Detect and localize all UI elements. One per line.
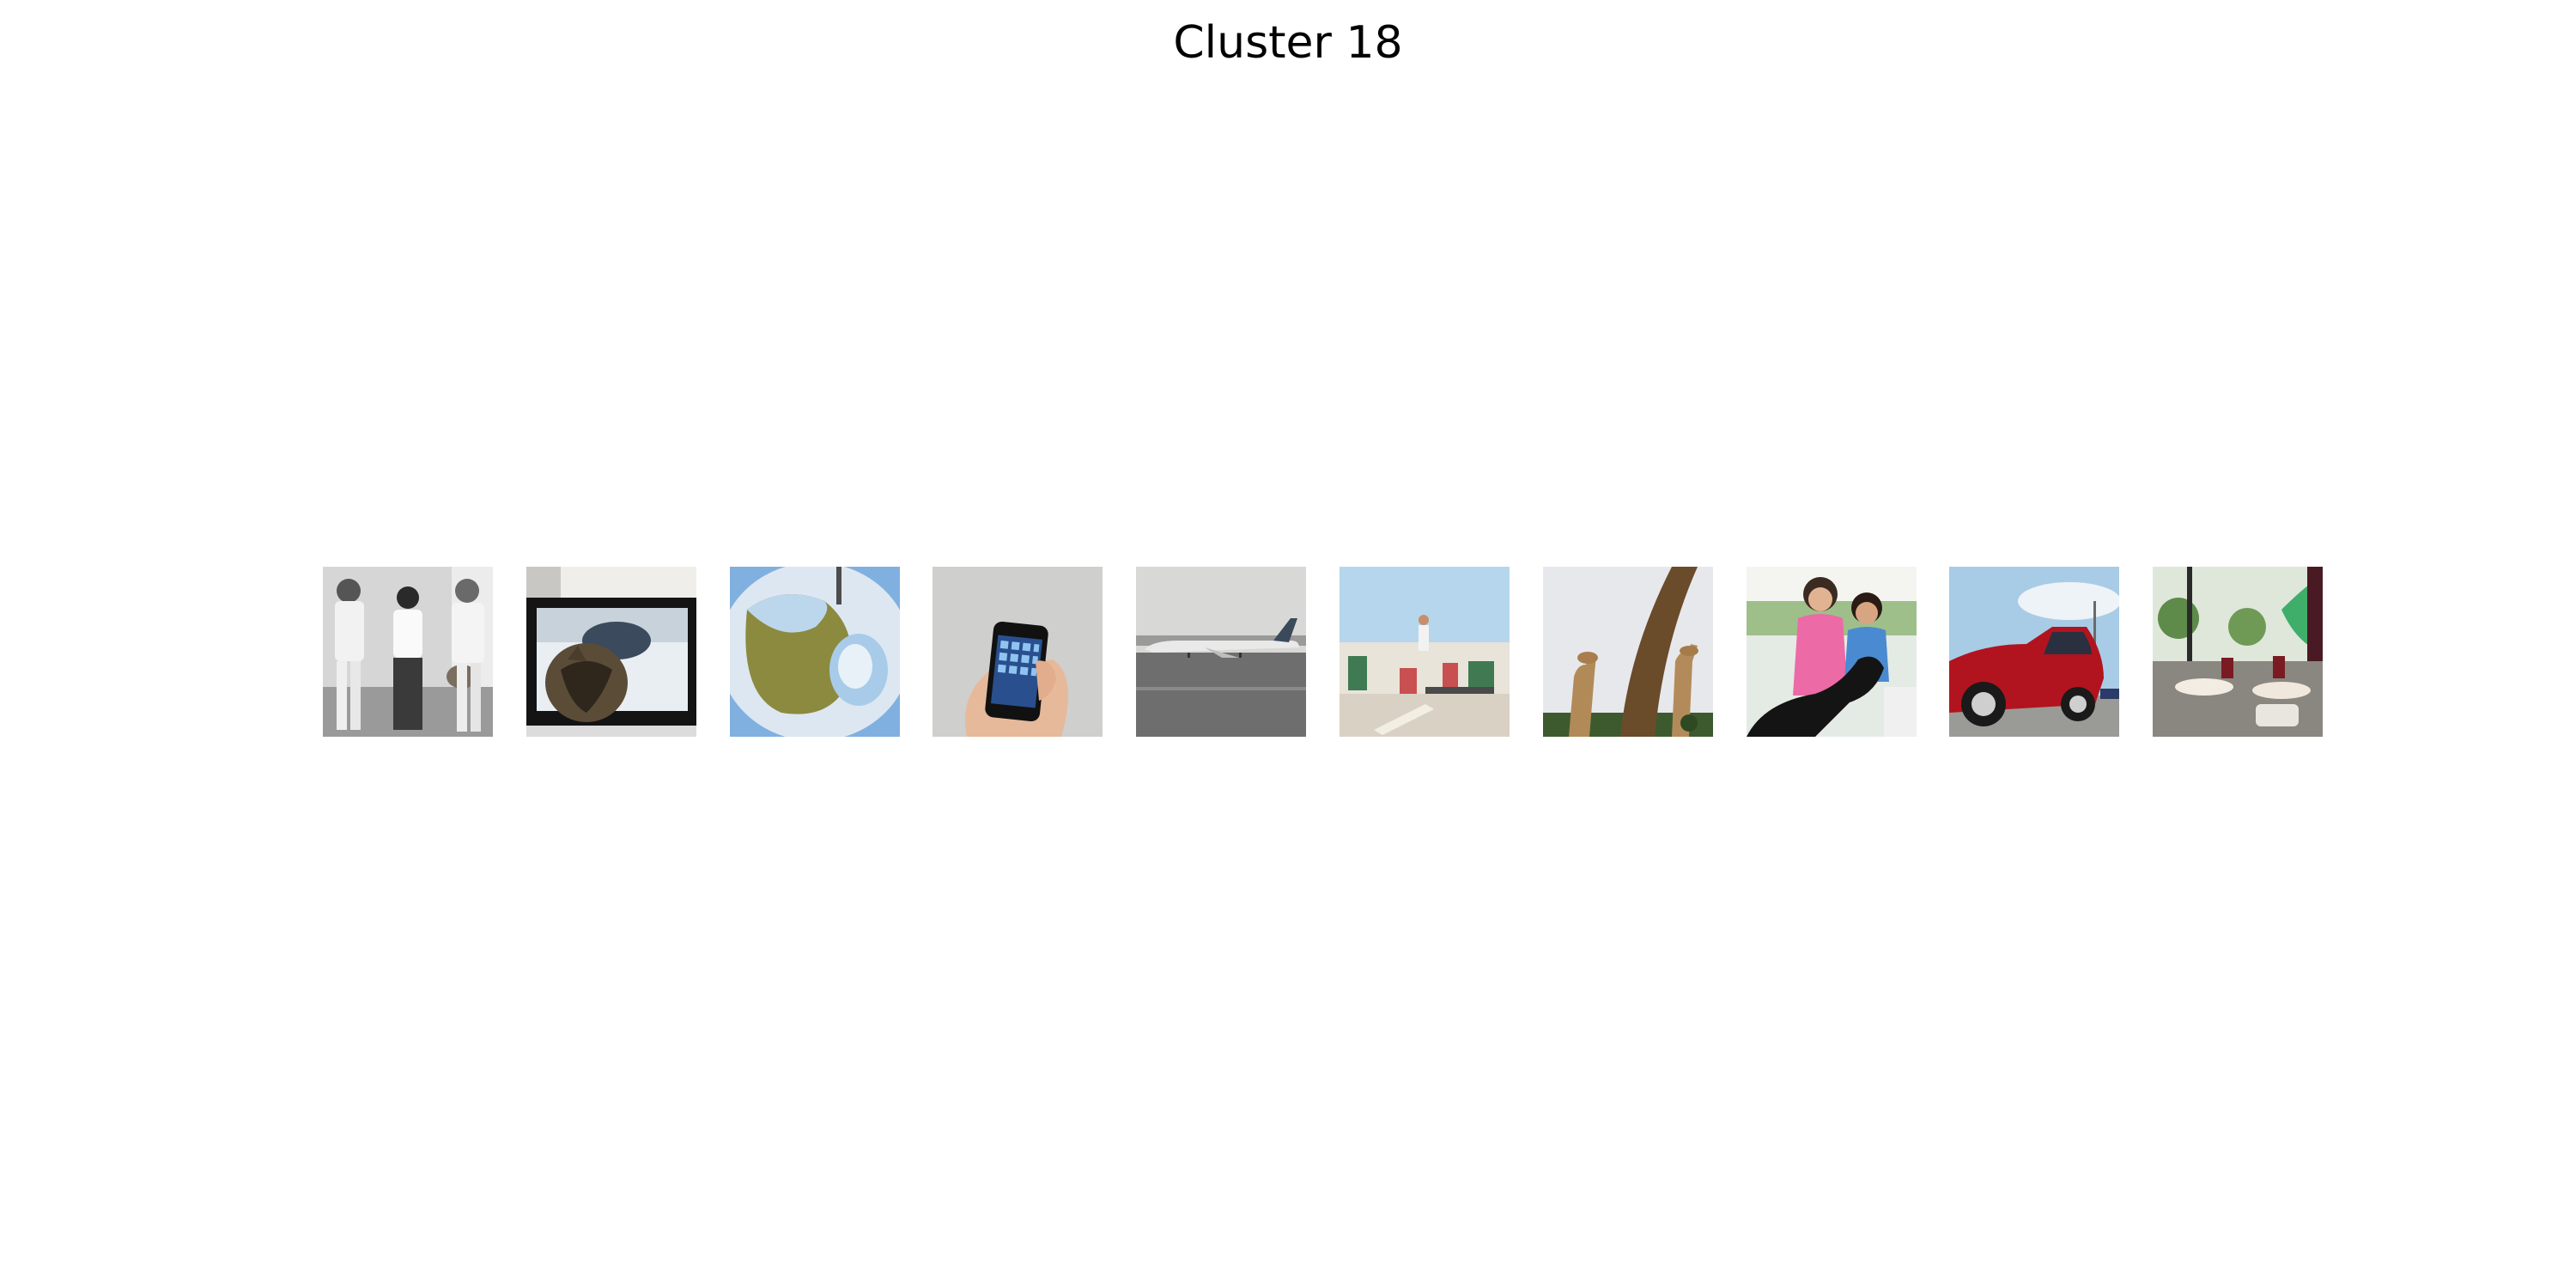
photo-dining-table (2153, 567, 2323, 737)
photo-red-truck (1949, 567, 2119, 737)
cluster-title: Cluster 18 (1173, 17, 1403, 69)
photo-baseball-players (323, 567, 493, 737)
photo-phone-hand (933, 567, 1103, 737)
thumbnail-strip (0, 567, 2576, 738)
photo-cat-tv (526, 567, 696, 737)
figure-canvas: Cluster 18 (0, 0, 2576, 1288)
photo-cake-plate (730, 567, 900, 737)
photo-airplane-runway (1136, 567, 1306, 737)
photo-skateboarder (1340, 567, 1510, 737)
photo-giraffes (1543, 567, 1713, 737)
photo-girls-goat (1747, 567, 1917, 737)
